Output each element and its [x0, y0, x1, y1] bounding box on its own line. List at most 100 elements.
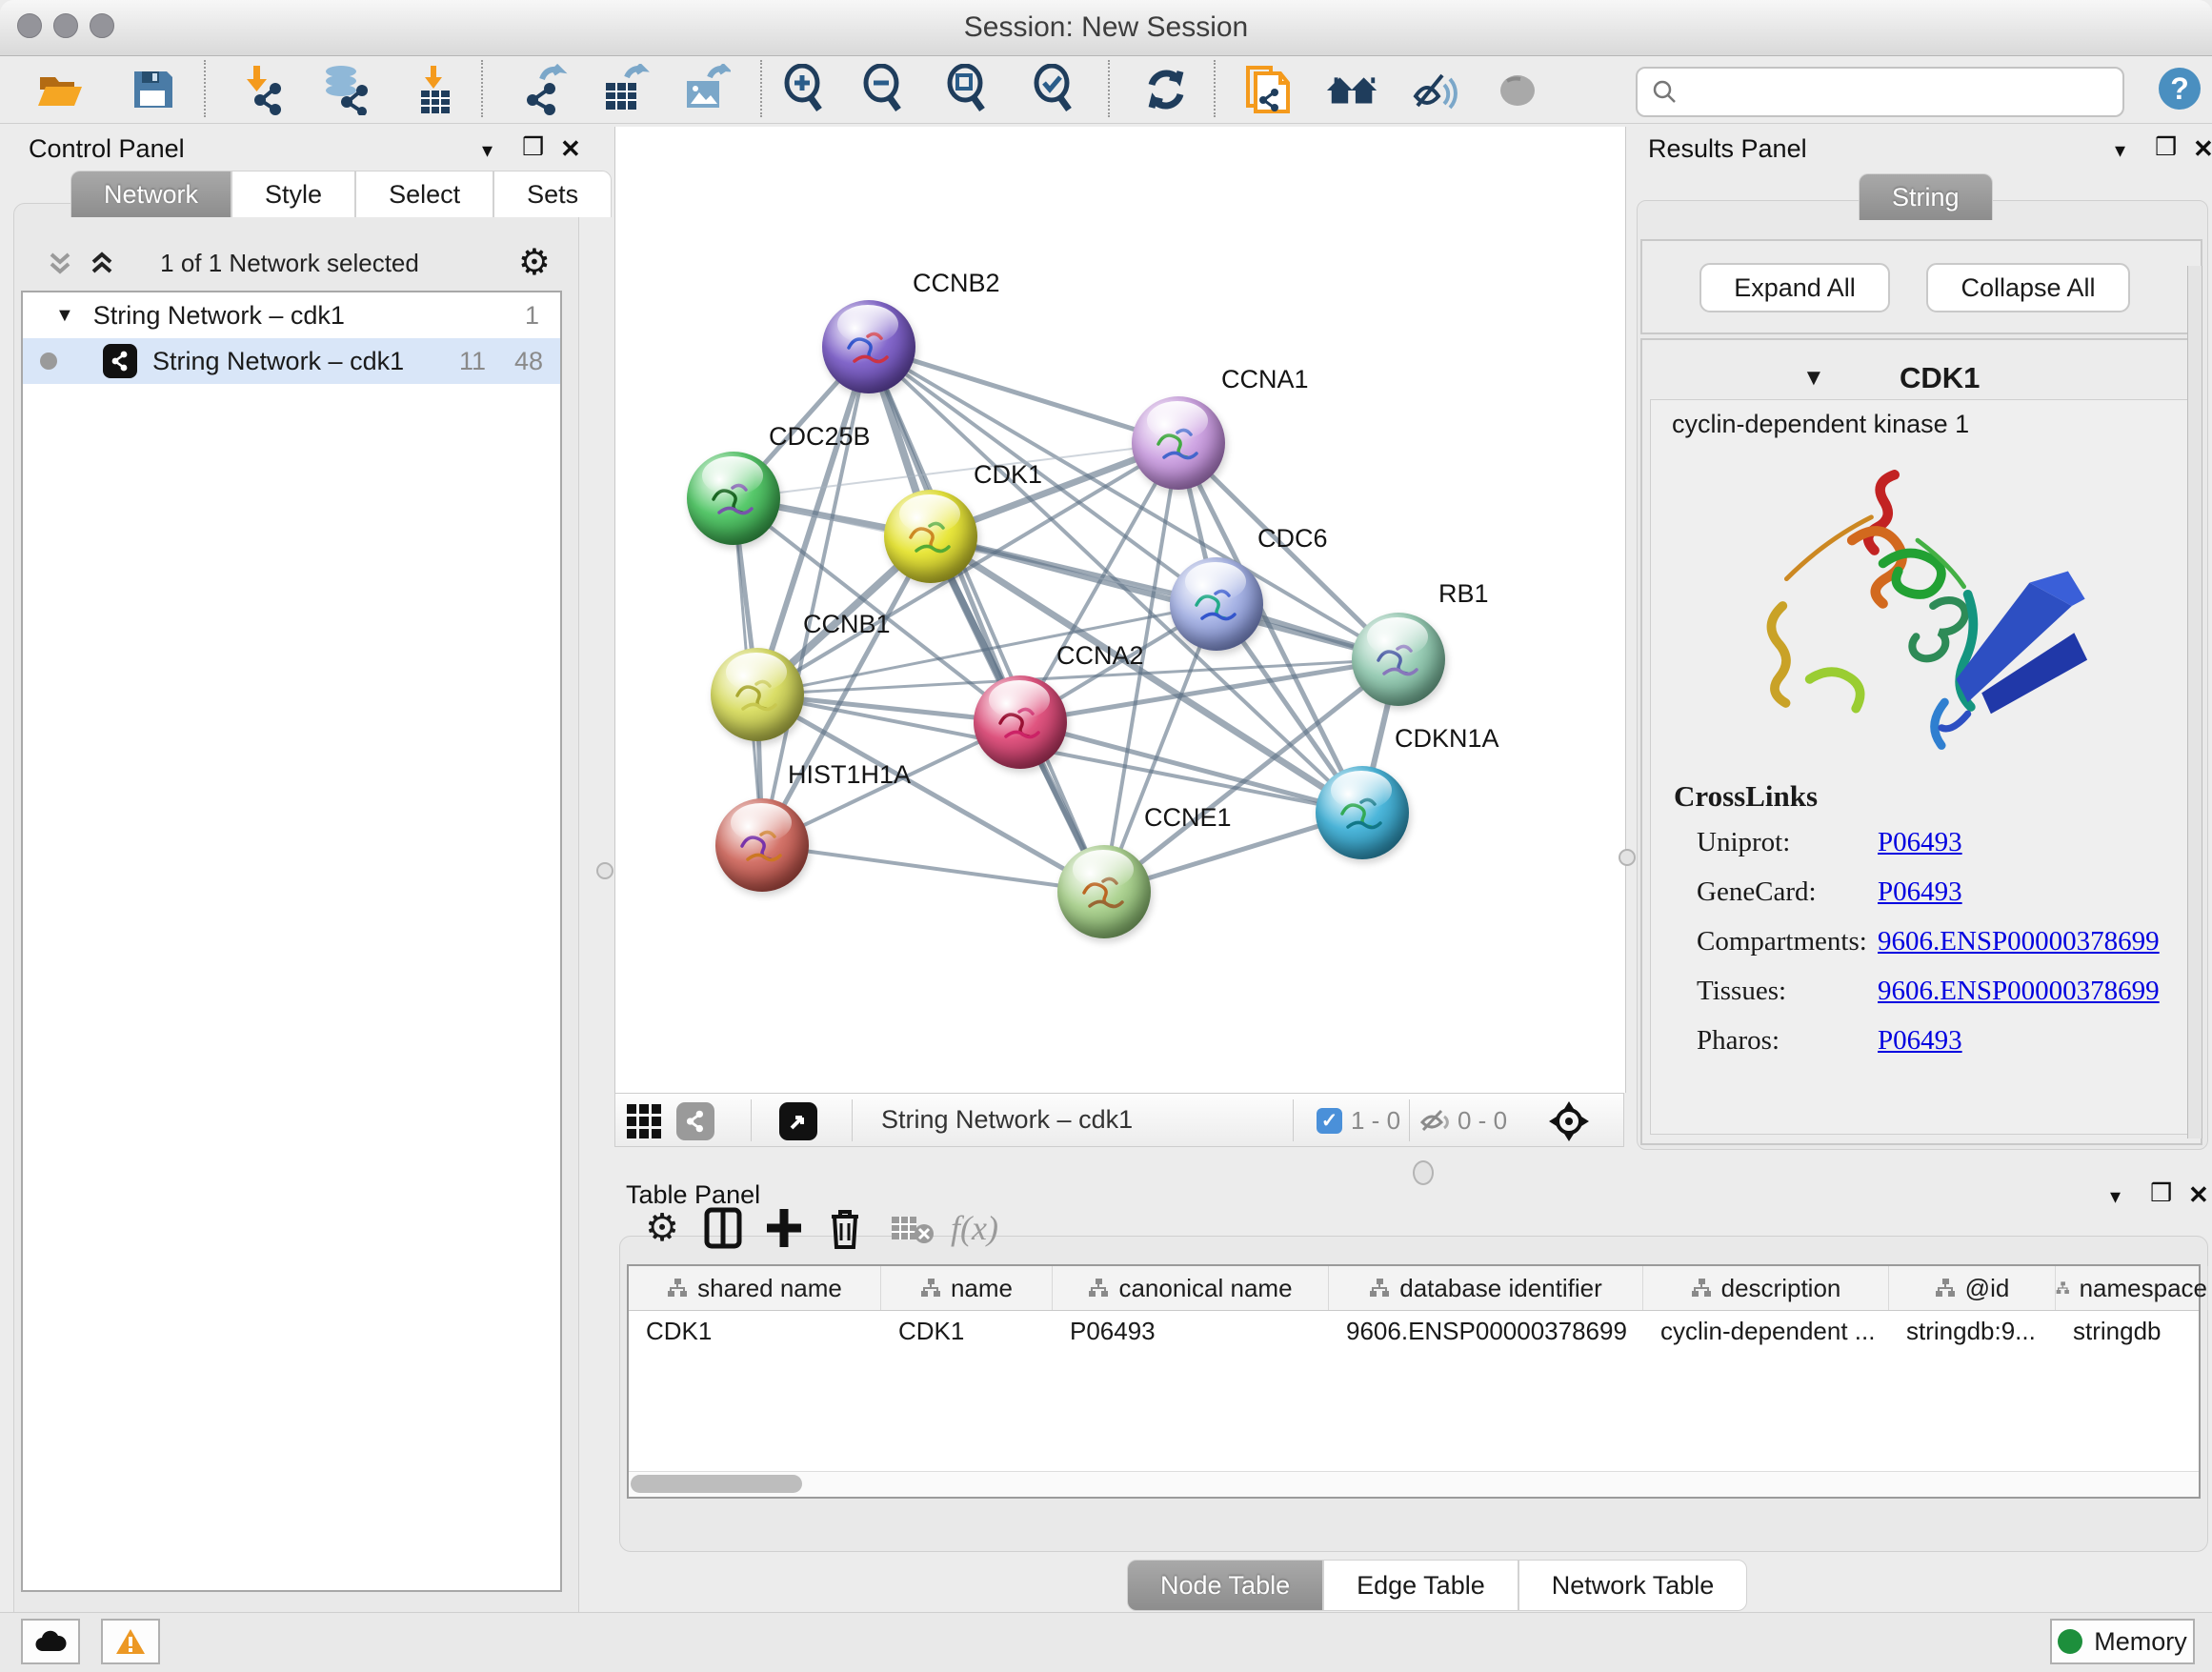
splitter-grip[interactable]	[596, 862, 613, 879]
tab-network[interactable]: Network	[70, 171, 231, 217]
panel-close-icon[interactable]: ✕	[2193, 134, 2212, 164]
node-CCNE1[interactable]	[1057, 845, 1151, 938]
network-collection-row[interactable]: ▼ String Network – cdk1 1	[23, 292, 560, 338]
import-network-icon[interactable]	[235, 62, 291, 117]
cell: stringdb:9...	[1889, 1310, 2056, 1352]
column-header-canonicalname[interactable]: canonical name	[1053, 1266, 1329, 1310]
results-scrollbar[interactable]	[2187, 266, 2202, 1138]
panel-float-icon[interactable]: ❒	[522, 132, 544, 162]
birdseye-view-icon[interactable]	[779, 1102, 817, 1140]
warning-status-button[interactable]	[101, 1619, 160, 1664]
column-header-name[interactable]: name	[881, 1266, 1053, 1310]
current-network-dot-icon	[40, 353, 57, 370]
search-input[interactable]	[1687, 76, 2122, 108]
node-CDC25B[interactable]	[687, 452, 780, 545]
titlebar: Session: New Session	[0, 0, 2212, 56]
protein-structure-image	[1679, 448, 2156, 772]
select-columns-icon[interactable]	[698, 1203, 748, 1253]
protein-thumbnail-icon	[728, 671, 787, 724]
hide-panels-icon[interactable]	[1408, 62, 1463, 117]
node-CDK1[interactable]	[884, 490, 977, 583]
show-panel-icon[interactable]	[1490, 62, 1545, 117]
home-pages-icon[interactable]	[1325, 62, 1380, 117]
refresh-layout-icon[interactable]	[1138, 62, 1194, 117]
tab-string[interactable]: String	[1859, 173, 1993, 220]
add-column-icon[interactable]	[759, 1203, 809, 1253]
tab-style[interactable]: Style	[231, 171, 355, 217]
export-image-icon[interactable]	[677, 62, 733, 117]
column-header-databaseidentifier[interactable]: database identifier	[1329, 1266, 1643, 1310]
collapse-all-button[interactable]: Collapse All	[1926, 263, 2130, 312]
node-label-CDC25B: CDC25B	[769, 422, 871, 452]
scrollbar-thumb[interactable]	[631, 1475, 802, 1493]
node-CCNB2[interactable]	[822, 300, 915, 393]
node-label-CCNE1: CCNE1	[1144, 803, 1232, 833]
column-header-description[interactable]: description	[1643, 1266, 1889, 1310]
tab-select[interactable]: Select	[355, 171, 493, 217]
sitemap-icon	[1088, 1278, 1109, 1299]
open-session-icon[interactable]	[32, 62, 88, 117]
node-CCNA1[interactable]	[1132, 396, 1225, 490]
table-panel: Table Panel ▾ ❒ ✕ ⚙ f(x) shared namename…	[614, 1177, 2212, 1612]
panel-close-icon[interactable]: ✕	[560, 134, 581, 164]
tab-network-table[interactable]: Network Table	[1518, 1560, 1748, 1611]
table-row[interactable]: CDK1CDK1P064939606.ENSP00000378699cyclin…	[629, 1310, 2199, 1352]
column-header-namespace[interactable]: namespace	[2056, 1266, 2208, 1310]
import-network-database-icon[interactable]	[317, 62, 372, 117]
collapse-caret-icon[interactable]: ▼	[55, 305, 74, 327]
edge-CCNE1-HIST1H1A[interactable]	[762, 845, 1104, 892]
node-CDC6[interactable]	[1170, 557, 1263, 651]
node-position-icon[interactable]	[1547, 1099, 1591, 1143]
gene-collapse-caret-icon[interactable]: ▼	[1802, 365, 1825, 392]
column-header-sharedname[interactable]: shared name	[629, 1266, 881, 1310]
warning-icon	[115, 1628, 146, 1655]
grid-view-icon[interactable]	[627, 1104, 661, 1138]
memory-button[interactable]: Memory	[2050, 1619, 2195, 1664]
panel-close-icon[interactable]: ✕	[2188, 1180, 2209, 1210]
column-header-id[interactable]: @id	[1889, 1266, 2056, 1310]
network-canvas[interactable]: CCNB2CCNA1CDC25BCDK1CDC6RB1CCNB1CCNA2CDK…	[614, 127, 1626, 1093]
crosslink-value-link[interactable]: 9606.ENSP00000378699	[1878, 926, 2160, 957]
node-RB1[interactable]	[1352, 613, 1445, 706]
panel-menu-icon[interactable]: ▾	[2115, 138, 2125, 163]
zoom-out-icon[interactable]	[856, 62, 912, 117]
clear-table-icon[interactable]	[887, 1203, 936, 1253]
delete-column-icon[interactable]	[820, 1203, 870, 1253]
expand-all-button[interactable]: Expand All	[1699, 263, 1890, 312]
function-builder-icon[interactable]: f(x)	[950, 1203, 999, 1253]
node-HIST1H1A[interactable]	[715, 798, 809, 892]
network-options-gear-icon[interactable]: ⚙	[518, 241, 551, 284]
tab-node-table[interactable]: Node Table	[1127, 1560, 1323, 1611]
cell: CDK1	[881, 1310, 1053, 1352]
panel-float-icon[interactable]: ❒	[2150, 1178, 2172, 1208]
string-app-icon[interactable]	[1241, 62, 1297, 117]
export-network-icon[interactable]	[515, 62, 571, 117]
crosslink-value-link[interactable]: P06493	[1878, 827, 1962, 858]
zoom-selected-icon[interactable]	[1027, 62, 1082, 117]
node-CCNB1[interactable]	[711, 648, 804, 741]
table-gear-icon[interactable]: ⚙	[637, 1203, 687, 1253]
export-table-icon[interactable]	[596, 62, 652, 117]
tab-edge-table[interactable]: Edge Table	[1323, 1560, 1518, 1611]
node-CCNA2[interactable]	[974, 675, 1067, 769]
crosslink-value-link[interactable]: 9606.ENSP00000378699	[1878, 976, 2160, 1007]
import-table-icon[interactable]	[408, 62, 463, 117]
save-session-icon[interactable]	[125, 62, 180, 117]
edge-CCNB2-CCNA1[interactable]	[869, 347, 1178, 443]
network-row-selected[interactable]: String Network – cdk1 11 48	[23, 338, 560, 384]
selected-checkbox-icon[interactable]: ✓	[1317, 1108, 1342, 1134]
cloud-status-button[interactable]	[21, 1619, 80, 1664]
panel-menu-icon[interactable]: ▾	[482, 138, 493, 163]
tab-sets[interactable]: Sets	[493, 171, 612, 217]
help-button[interactable]: ?	[2159, 68, 2201, 110]
node-CDKN1A[interactable]	[1316, 766, 1409, 859]
panel-float-icon[interactable]: ❒	[2155, 132, 2177, 162]
crosslink-value-link[interactable]: P06493	[1878, 876, 1962, 908]
share-network-icon[interactable]	[676, 1102, 714, 1140]
crosslink-value-link[interactable]: P06493	[1878, 1025, 1962, 1057]
table-horizontal-scrollbar[interactable]	[629, 1471, 2199, 1497]
panel-menu-icon[interactable]: ▾	[2110, 1184, 2121, 1209]
zoom-fit-icon[interactable]	[940, 62, 995, 117]
zoom-in-icon[interactable]	[777, 62, 833, 117]
edge-CCNB2-CCNE1[interactable]	[869, 347, 1104, 892]
